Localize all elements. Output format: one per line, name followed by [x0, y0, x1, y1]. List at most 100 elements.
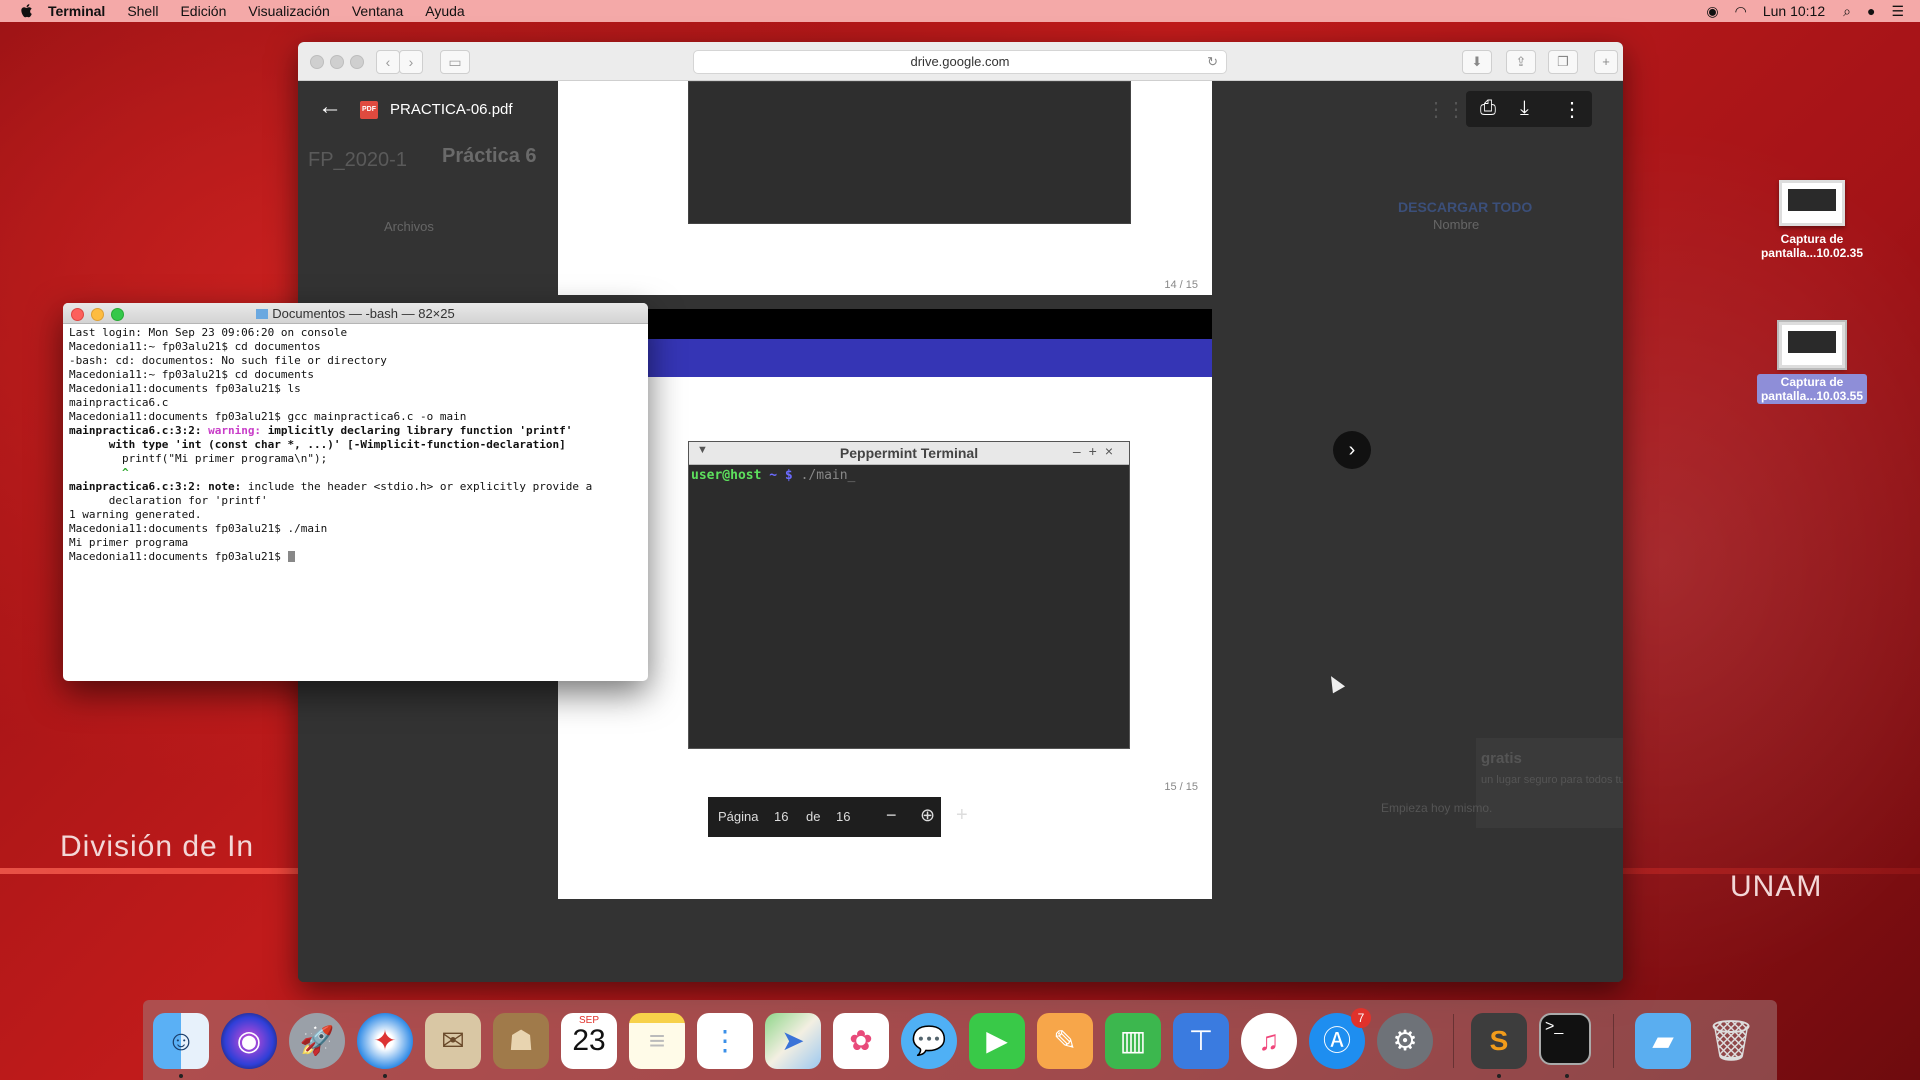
running-indicator: [1565, 1074, 1569, 1078]
warning-label: warning:: [208, 424, 262, 437]
sublime-text-icon[interactable]: S: [1471, 1013, 1527, 1069]
siri-icon[interactable]: ●: [1867, 3, 1875, 19]
breadcrumb-folder: Práctica 6: [442, 145, 537, 167]
terminal-icon[interactable]: >_: [1539, 1013, 1591, 1065]
desktop-icon-screenshot-1[interactable]: Captura de pantalla...10.02.35: [1757, 180, 1867, 260]
facetime-icon[interactable]: ▶: [969, 1013, 1025, 1069]
terminal-window[interactable]: Documentos — -bash — 82×25 Last login: M…: [63, 303, 648, 681]
launchpad-icon[interactable]: 🚀: [289, 1013, 345, 1069]
terminal-line: Macedonia11:documents fp03alu21$ gcc mai…: [69, 410, 467, 423]
zoom-out-icon[interactable]: −: [886, 805, 897, 826]
prompt-user: user@host: [691, 468, 762, 483]
wallpaper-division-text: División de In: [60, 830, 255, 863]
back-button[interactable]: ‹: [376, 50, 400, 74]
share-icon[interactable]: ⇪: [1506, 50, 1536, 74]
zoom-icon[interactable]: ⊕: [920, 805, 935, 826]
vpn-icon[interactable]: ◉: [1706, 3, 1718, 20]
zoom-in-icon[interactable]: +: [956, 804, 968, 827]
menu-app-terminal[interactable]: Terminal: [48, 3, 105, 19]
menu-visualizacion[interactable]: Visualización: [248, 3, 329, 19]
page-15-black-bar: [558, 309, 1212, 339]
new-tab-button[interactable]: +: [1594, 50, 1618, 74]
sidebar-button[interactable]: ▭: [440, 50, 470, 74]
note-message: include the header <stdio.h> or explicit…: [247, 480, 593, 493]
download-icon[interactable]: ⤓: [1520, 97, 1529, 120]
terminal-line: Last login: Mon Sep 23 09:06:20 on conso…: [69, 326, 348, 339]
trash-icon[interactable]: 🗑: [1703, 1013, 1759, 1069]
page-14-screenshot: [688, 81, 1131, 224]
promo-notification: gratis un lugar seguro para todos tus Em…: [1381, 738, 1623, 828]
minimize-button[interactable]: [330, 55, 344, 69]
terminal-line: -bash: cd: documentos: No such file or d…: [69, 354, 387, 367]
messages-icon[interactable]: 💬: [901, 1013, 957, 1069]
promo-cta: Empieza hoy mismo.: [1381, 801, 1493, 815]
back-arrow-icon[interactable]: ←: [318, 93, 342, 121]
note-location: mainpractica6.c:3:2:: [69, 480, 202, 493]
pdf-file-name: PRACTICA-06.pdf: [390, 101, 513, 118]
dock-separator: [1453, 1014, 1454, 1068]
notification-center-icon[interactable]: ☰: [1891, 3, 1904, 20]
keynote-icon[interactable]: ⊤: [1173, 1013, 1229, 1069]
menu-clock[interactable]: Lun 10:12: [1763, 3, 1825, 19]
notes-icon[interactable]: ≡: [629, 1013, 685, 1069]
terminal-line: Mi primer programa: [69, 536, 189, 549]
contacts-icon[interactable]: ☗: [493, 1013, 549, 1069]
calendar-icon[interactable]: SEP 23: [561, 1013, 617, 1069]
screenshot-thumbnail: [1779, 180, 1845, 226]
print-icon[interactable]: ⎙: [1480, 97, 1496, 120]
mail-icon[interactable]: ✉: [425, 1013, 481, 1069]
warning-message: implicitly declaring library function 'p…: [267, 424, 573, 437]
apple-icon[interactable]: [18, 2, 36, 20]
page-15-number: 15 / 15: [1164, 781, 1198, 793]
itunes-icon[interactable]: ♫: [1241, 1013, 1297, 1069]
forward-button[interactable]: ›: [399, 50, 423, 74]
close-button[interactable]: [310, 55, 324, 69]
total-pages: 16: [836, 809, 851, 824]
menu-bar: Terminal Shell Edición Visualización Ven…: [0, 0, 1920, 22]
note-message-cont: declaration for 'printf': [69, 494, 268, 507]
address-bar[interactable]: drive.google.com ↻: [693, 50, 1227, 74]
maps-icon[interactable]: ➤: [765, 1013, 821, 1069]
reminders-icon[interactable]: ⋮: [697, 1013, 753, 1069]
warning-message-cont: with type 'int (const char *, ...)' [-Wi…: [69, 438, 566, 451]
text-cursor: [287, 551, 295, 562]
terminal-titlebar[interactable]: Documentos — -bash — 82×25: [63, 303, 648, 324]
terminal-line: Macedonia11:~ fp03alu21$ cd documents: [69, 368, 315, 381]
browser-toolbar: ‹ › ▭ drive.google.com ↻ ⬇ ⇪ ❐ +: [298, 42, 1623, 81]
desktop-icon-screenshot-2[interactable]: Captura de pantalla...10.03.55: [1757, 320, 1867, 404]
wifi-icon[interactable]: ◠: [1735, 3, 1747, 20]
warning-location: mainpractica6.c:3:2:: [69, 424, 202, 437]
siri-icon[interactable]: ◉: [221, 1013, 277, 1069]
system-preferences-icon[interactable]: ⚙: [1377, 1013, 1433, 1069]
terminal-line: Macedonia11:~ fp03alu21$ cd documentos: [69, 340, 321, 353]
menu-ayuda[interactable]: Ayuda: [425, 3, 464, 19]
menu-shell[interactable]: Shell: [127, 3, 158, 19]
next-file-button[interactable]: ›: [1333, 431, 1371, 469]
zoom-button[interactable]: [350, 55, 364, 69]
numbers-icon[interactable]: ▥: [1105, 1013, 1161, 1069]
finder-icon[interactable]: ☺: [153, 1013, 209, 1069]
terminal-title: Documentos — -bash — 82×25: [63, 306, 648, 321]
current-page-input[interactable]: 16: [774, 809, 788, 824]
page-label: Página: [718, 809, 759, 824]
photos-icon[interactable]: ✿: [833, 1013, 889, 1069]
downloads-icon[interactable]: ⬇: [1462, 50, 1492, 74]
terminal-output[interactable]: Last login: Mon Sep 23 09:06:20 on conso…: [69, 326, 592, 564]
status-area: ◉ ◠ Lun 10:12 ⌕ ● ☰: [1706, 0, 1920, 22]
downloads-folder-icon[interactable]: ▰: [1635, 1013, 1691, 1069]
peppermint-title: Peppermint Terminal: [839, 445, 979, 461]
more-options-icon[interactable]: ⋮: [1562, 97, 1582, 122]
terminal-glyph: >_: [1545, 1018, 1564, 1035]
peppermint-terminal-screenshot: ▼ Peppermint Terminal –+× user@host ~ $ …: [688, 441, 1130, 749]
promo-title: gratis: [1481, 750, 1522, 767]
desktop-icon-label: Captura de pantalla...10.03.55: [1757, 374, 1867, 404]
reload-icon[interactable]: ↻: [1207, 51, 1218, 73]
prompt-command: ./main_: [800, 468, 856, 483]
tabs-icon[interactable]: ❐: [1548, 50, 1578, 74]
code-snippet: printf("Mi primer programa\n");: [69, 452, 328, 465]
pages-icon[interactable]: ✎: [1037, 1013, 1093, 1069]
search-icon[interactable]: ⌕: [1843, 3, 1851, 20]
menu-edicion[interactable]: Edición: [180, 3, 226, 19]
safari-icon[interactable]: ✦: [357, 1013, 413, 1069]
menu-ventana[interactable]: Ventana: [352, 3, 403, 19]
